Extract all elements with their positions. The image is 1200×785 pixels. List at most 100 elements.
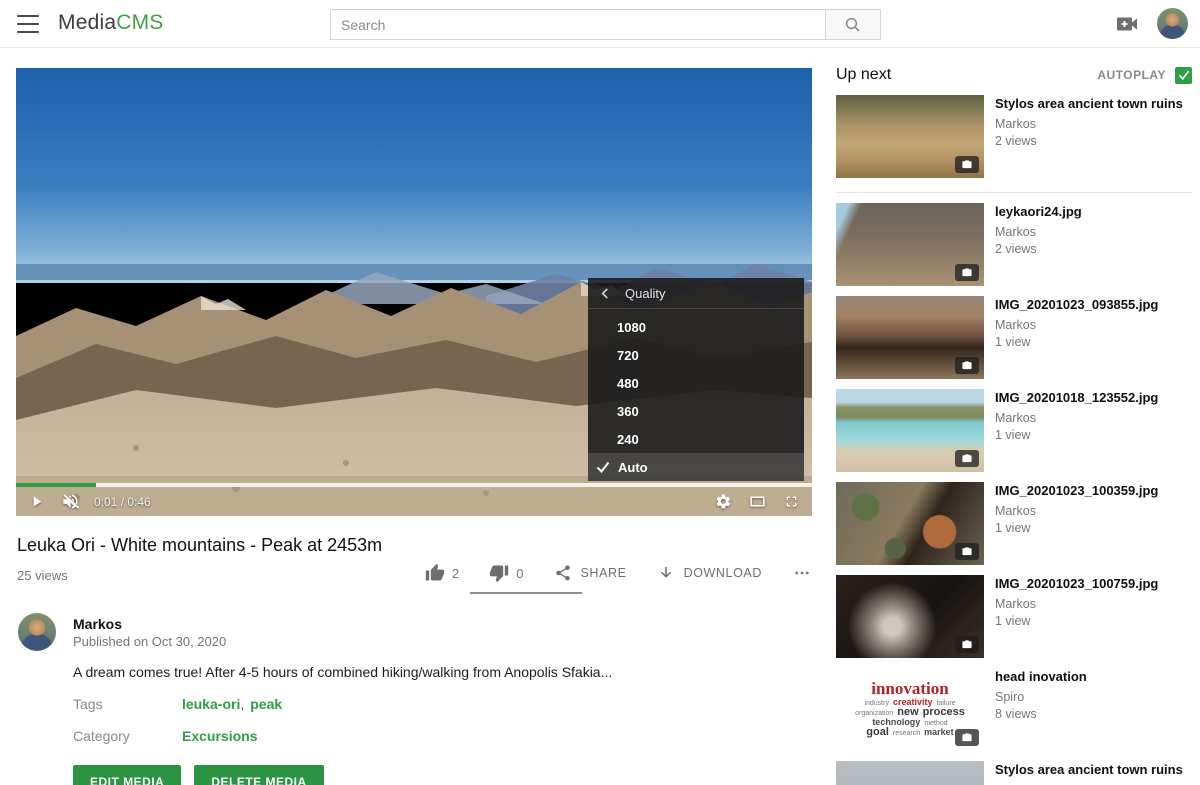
wordcloud-word: industry bbox=[864, 700, 889, 707]
video-thumbnail bbox=[836, 575, 984, 658]
media-admin-buttons: EDIT MEDIA DELETE MEDIA bbox=[73, 765, 324, 785]
video-upload-icon bbox=[1115, 13, 1139, 35]
play-button[interactable] bbox=[28, 493, 45, 510]
quality-option-480[interactable]: 480 bbox=[588, 369, 804, 397]
item-title: Stylos area ancient town ruins bbox=[995, 96, 1183, 112]
item-views: 1 view bbox=[995, 335, 1158, 349]
item-title: leykaori24.jpg bbox=[995, 204, 1082, 220]
up-next-item-4[interactable]: IMG_20201018_123552.jpg Markos 1 view bbox=[836, 389, 1192, 472]
search-input[interactable] bbox=[330, 9, 826, 40]
camera-icon bbox=[955, 156, 979, 173]
category-value: Excursions bbox=[182, 728, 257, 744]
tag-separator: , bbox=[240, 696, 244, 712]
quality-option-label: 1080 bbox=[617, 320, 646, 335]
item-title: IMG_20201018_123552.jpg bbox=[995, 390, 1158, 406]
camera-icon bbox=[955, 729, 979, 746]
check-icon bbox=[596, 461, 610, 473]
up-next-item-5[interactable]: IMG_20201023_100359.jpg Markos 1 view bbox=[836, 482, 1192, 565]
item-title: IMG_20201023_100759.jpg bbox=[995, 576, 1158, 592]
quality-option-360[interactable]: 360 bbox=[588, 397, 804, 425]
search-bar bbox=[330, 9, 881, 40]
quality-menu-back[interactable]: Quality bbox=[588, 278, 804, 309]
quality-option-label: 240 bbox=[617, 432, 639, 447]
wordcloud-word: innovation bbox=[871, 680, 948, 697]
tag-link-leuka-ori[interactable]: leuka-ori bbox=[182, 696, 240, 712]
brand-logo[interactable]: MediaCMS bbox=[58, 11, 163, 35]
up-next-item-7[interactable]: innovation industrycreativityfailure org… bbox=[836, 668, 1192, 751]
up-next-item-3[interactable]: IMG_20201023_093855.jpg Markos 1 view bbox=[836, 296, 1192, 379]
fullscreen-button[interactable] bbox=[783, 493, 800, 510]
wordcloud-word: goal bbox=[866, 727, 889, 738]
author-name[interactable]: Markos bbox=[73, 616, 122, 632]
item-author: Markos bbox=[995, 411, 1158, 425]
theater-mode-button[interactable] bbox=[748, 493, 767, 510]
download-button[interactable]: DOWNLOAD bbox=[657, 564, 762, 582]
up-next-item-6[interactable]: IMG_20201023_100759.jpg Markos 1 view bbox=[836, 575, 1192, 658]
item-views: 1 view bbox=[995, 428, 1158, 442]
delete-media-button[interactable]: DELETE MEDIA bbox=[194, 765, 323, 785]
author-avatar[interactable] bbox=[18, 613, 56, 651]
quality-option-720[interactable]: 720 bbox=[588, 341, 804, 369]
top-navbar: MediaCMS bbox=[0, 0, 1200, 48]
item-views: 2 views bbox=[995, 134, 1183, 148]
share-label: SHARE bbox=[581, 566, 627, 580]
up-next-item-2[interactable]: leykaori24.jpg Markos 2 views bbox=[836, 203, 1192, 286]
search-button[interactable] bbox=[826, 9, 881, 40]
mute-button[interactable] bbox=[61, 492, 80, 511]
theater-mode-icon bbox=[748, 493, 767, 510]
item-author: Markos bbox=[995, 597, 1158, 611]
dislike-icon bbox=[489, 563, 509, 583]
page-title: Leuka Ori - White mountains - Peak at 24… bbox=[17, 535, 382, 556]
up-next-item-8[interactable]: Stylos area ancient town ruins bbox=[836, 761, 1192, 785]
quality-menu-title: Quality bbox=[625, 286, 665, 301]
item-title: head inovation bbox=[995, 669, 1087, 685]
item-author: Markos bbox=[995, 225, 1082, 239]
wordcloud-word: organization bbox=[855, 710, 893, 717]
up-next-header: Up next AUTOPLAY bbox=[836, 62, 1192, 88]
download-icon bbox=[657, 564, 675, 582]
edit-media-button[interactable]: EDIT MEDIA bbox=[73, 765, 181, 785]
download-label: DOWNLOAD bbox=[684, 566, 762, 580]
quality-option-240[interactable]: 240 bbox=[588, 425, 804, 453]
play-icon bbox=[28, 493, 45, 510]
dislike-button[interactable]: 0 bbox=[489, 563, 523, 583]
up-next-item-1[interactable]: Stylos area ancient town ruins Markos 2 … bbox=[836, 95, 1192, 178]
quality-menu: Quality 1080 720 480 360 240 Auto bbox=[588, 278, 804, 481]
back-chevron-icon bbox=[600, 287, 609, 300]
tag-link-peak[interactable]: peak bbox=[250, 696, 282, 712]
like-button[interactable]: 2 bbox=[425, 563, 459, 583]
fullscreen-icon bbox=[783, 493, 800, 510]
more-options-button[interactable] bbox=[792, 564, 812, 582]
item-views: 8 views bbox=[995, 707, 1087, 721]
wordcloud-word: market bbox=[924, 728, 954, 737]
search-icon bbox=[844, 16, 862, 34]
category-link-excursions[interactable]: Excursions bbox=[182, 728, 257, 744]
share-icon bbox=[554, 564, 572, 582]
video-thumbnail bbox=[836, 761, 984, 785]
up-next-sidebar: Up next AUTOPLAY Stylos area ancient tow… bbox=[836, 62, 1192, 785]
camera-icon bbox=[955, 450, 979, 467]
like-count: 2 bbox=[452, 566, 459, 581]
autoplay-checkbox[interactable] bbox=[1175, 67, 1192, 84]
quality-option-label: 480 bbox=[617, 376, 639, 391]
hamburger-menu-icon[interactable] bbox=[17, 15, 39, 33]
wordcloud-word: method bbox=[924, 720, 947, 727]
item-title: IMG_20201023_100359.jpg bbox=[995, 483, 1158, 499]
item-views: 1 view bbox=[995, 614, 1158, 628]
upload-media-button[interactable] bbox=[1115, 13, 1139, 35]
dislike-count: 0 bbox=[516, 566, 523, 581]
quality-option-1080[interactable]: 1080 bbox=[588, 313, 804, 341]
autoplay-control: AUTOPLAY bbox=[1097, 67, 1192, 84]
divider bbox=[836, 192, 1192, 193]
user-avatar[interactable] bbox=[1157, 8, 1188, 39]
brand-cms-text: CMS bbox=[116, 11, 163, 34]
quality-option-auto[interactable]: Auto bbox=[588, 453, 804, 481]
share-button[interactable]: SHARE bbox=[554, 564, 627, 582]
item-title: IMG_20201023_093855.jpg bbox=[995, 297, 1158, 313]
views-count: 25 views bbox=[17, 568, 68, 583]
tags-list: leuka-ori, peak bbox=[182, 696, 282, 712]
quality-option-label: Auto bbox=[618, 460, 648, 475]
video-player[interactable]: Quality 1080 720 480 360 240 Auto bbox=[16, 68, 812, 516]
settings-gear-icon bbox=[715, 493, 732, 510]
settings-button[interactable] bbox=[715, 493, 732, 510]
